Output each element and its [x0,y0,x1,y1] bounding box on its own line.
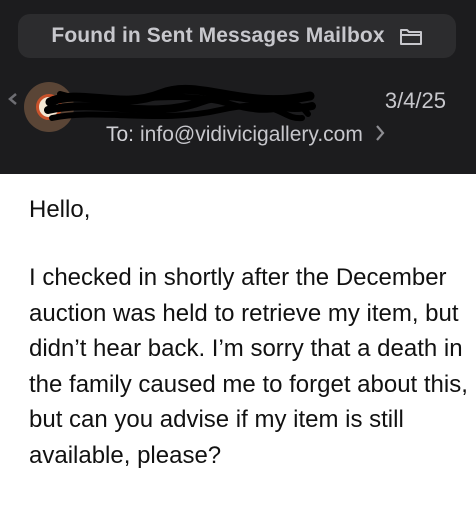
folder-icon [399,26,423,46]
message-paragraph: I checked in shortly after the December … [29,264,468,469]
message-meta: 3/4/25 To: info@vidivicigallery.com [0,62,476,174]
message-greeting: Hello, [29,196,91,223]
back-arrow-icon[interactable] [6,92,20,111]
message-date: 3/4/25 [384,88,446,113]
message-header-area: Found in Sent Messages Mailbox 3/4/25 To… [0,0,476,174]
chevron-right-icon [375,122,385,148]
mailbox-banner-title: Found in Sent Messages Mailbox [51,24,385,47]
to-label: To: [106,123,135,146]
recipient-address: info@vidivicigallery.com [140,123,363,146]
mailbox-banner[interactable]: Found in Sent Messages Mailbox [18,14,456,58]
recipient-line[interactable]: To: info@vidivicigallery.com [106,122,385,148]
message-body: Hello, I checked in shortly after the De… [0,174,476,512]
